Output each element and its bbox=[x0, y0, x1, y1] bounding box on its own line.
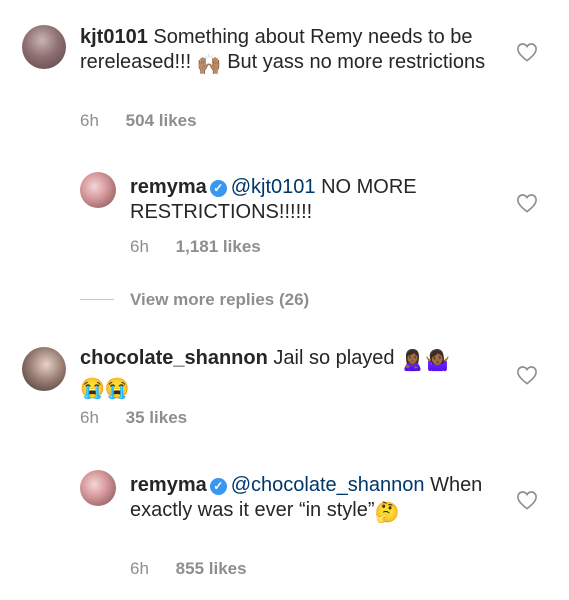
pouting-shrugging-emoji: 🙎🏾‍♀️🤷🏾‍♀️ bbox=[400, 350, 450, 372]
comment-text: chocolate_shannon Jail so played 🙎🏾‍♀️🤷🏾… bbox=[80, 346, 500, 401]
divider-line bbox=[80, 299, 114, 300]
comment-meta: 6h 504 likes bbox=[80, 111, 197, 131]
likes-count[interactable]: 504 likes bbox=[126, 111, 197, 130]
heart-outline-icon[interactable] bbox=[516, 365, 538, 385]
comment-meta: 6h 1,181 likes bbox=[130, 237, 261, 257]
likes-count[interactable]: 35 likes bbox=[126, 408, 187, 427]
comment-body-cont: But yass no more restrictions bbox=[227, 50, 486, 73]
comment-meta: 6h 855 likes bbox=[130, 559, 247, 579]
avatar[interactable] bbox=[80, 172, 116, 208]
heart-outline-icon[interactable] bbox=[516, 42, 538, 62]
verified-badge-icon: ✓ bbox=[209, 180, 227, 197]
verified-badge-icon: ✓ bbox=[209, 478, 227, 495]
timestamp: 6h bbox=[80, 408, 99, 427]
view-more-replies-button[interactable]: View more replies (26) bbox=[80, 290, 309, 310]
username[interactable]: kjt0101 bbox=[80, 26, 148, 48]
username[interactable]: remyma bbox=[130, 176, 207, 198]
avatar[interactable] bbox=[80, 470, 116, 506]
mention-link[interactable]: @kjt0101 bbox=[231, 176, 316, 198]
timestamp: 6h bbox=[130, 559, 149, 578]
comment-meta: 6h 35 likes bbox=[80, 408, 187, 428]
avatar[interactable] bbox=[22, 347, 66, 391]
avatar[interactable] bbox=[22, 25, 66, 69]
timestamp: 6h bbox=[80, 111, 99, 130]
username[interactable]: chocolate_shannon bbox=[80, 347, 268, 369]
timestamp: 6h bbox=[130, 237, 149, 256]
likes-count[interactable]: 855 likes bbox=[176, 559, 247, 578]
comment-body: Jail so played bbox=[273, 347, 395, 369]
comment-text: kjt0101 Something about Remy needs to be… bbox=[80, 25, 500, 77]
heart-outline-icon[interactable] bbox=[516, 490, 538, 510]
raised-hands-emoji: 🙌🏽 bbox=[196, 53, 222, 76]
heart-outline-icon[interactable] bbox=[516, 193, 538, 213]
thinking-emoji: 🤔 bbox=[374, 501, 400, 524]
view-more-label: View more replies (26) bbox=[130, 290, 310, 309]
comment-text: remyma ✓ @chocolate_shannon When exactly w… bbox=[130, 473, 490, 525]
likes-count[interactable]: 1,181 likes bbox=[176, 237, 261, 256]
username[interactable]: remyma bbox=[130, 474, 207, 496]
crying-emoji: 😭😭 bbox=[80, 377, 130, 400]
comment-text: remyma ✓ @kjt0101 NO MORE RESTRICTIONS!!!!… bbox=[130, 175, 490, 224]
mention-link[interactable]: @chocolate_shannon bbox=[231, 474, 425, 496]
